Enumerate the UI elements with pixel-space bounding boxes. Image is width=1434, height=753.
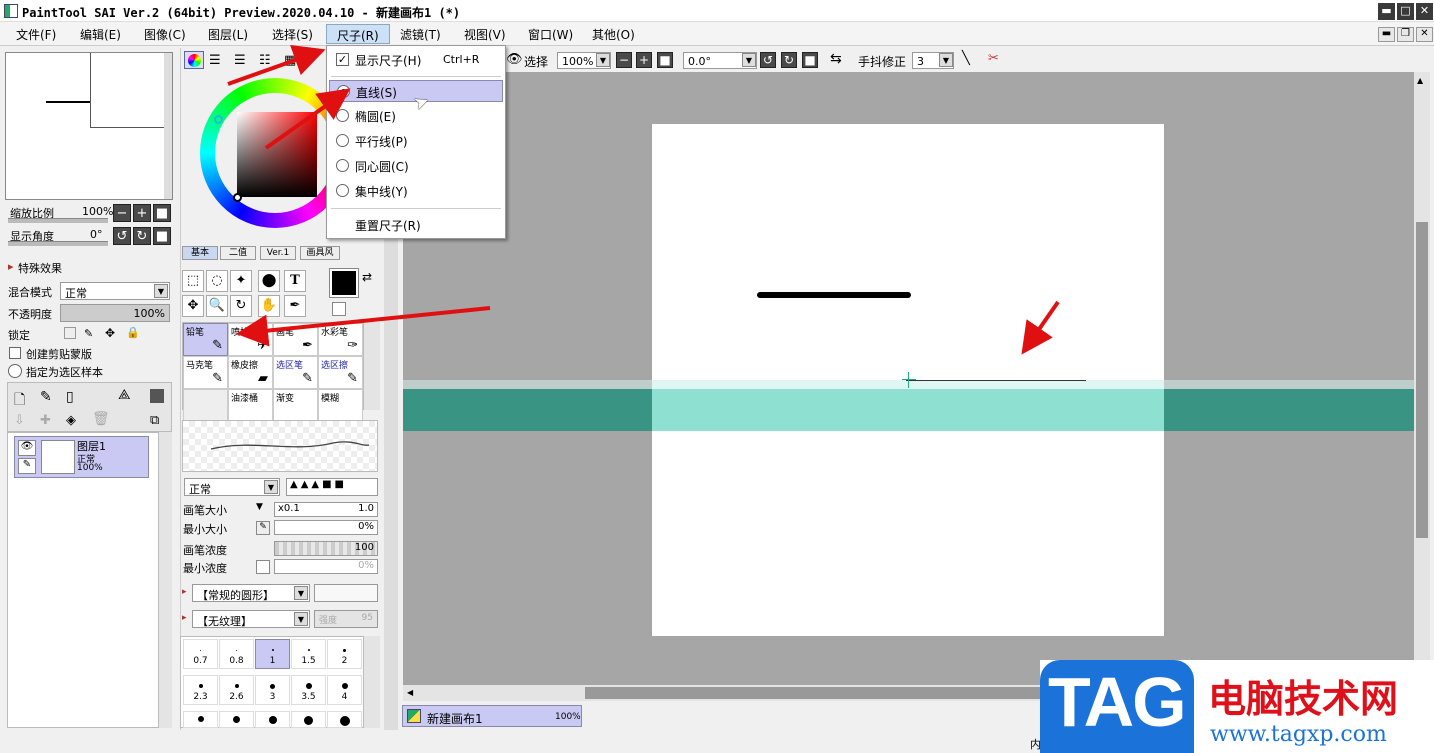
watermark: TAG 电脑技术网 www.tagxp.com bbox=[1040, 660, 1434, 753]
annotation-arrow bbox=[264, 88, 351, 150]
watermark-logo: TAG bbox=[1048, 663, 1187, 741]
annotation-arrows bbox=[227, 44, 1060, 355]
watermark-url: www.tagxp.com bbox=[1210, 722, 1387, 747]
annotation-arrow bbox=[236, 306, 491, 347]
annotation-arrow bbox=[1021, 300, 1060, 355]
watermark-site-name: 电脑技术网 bbox=[1208, 677, 1399, 721]
annotation-arrow bbox=[227, 44, 326, 86]
